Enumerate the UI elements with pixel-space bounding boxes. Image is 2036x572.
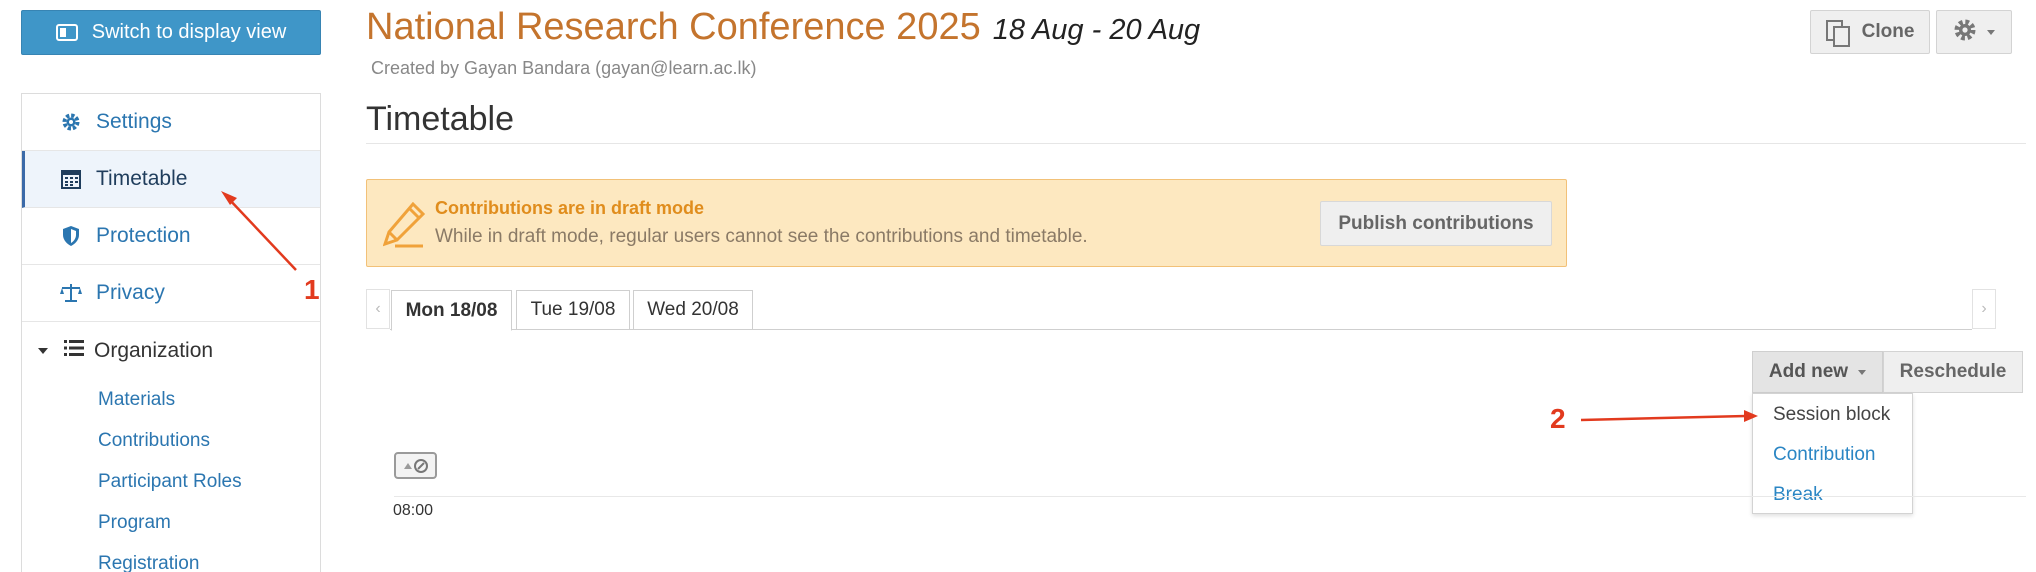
gear-icon [1953,18,1977,47]
tab-tue-19-08[interactable]: Tue 19/08 [516,290,630,330]
event-dates: 18 Aug - 20 Aug [992,14,1201,46]
caret-down-icon [38,347,48,354]
sidebar-menu: Settings Timetable Protection Privacy Or… [21,93,321,572]
event-title: National Research Conference 2025 [366,6,981,48]
sidebar-item-privacy[interactable]: Privacy [22,265,320,322]
sidebar-subitem-participant-roles[interactable]: Participant Roles [22,461,320,502]
sidebar-subitem-program[interactable]: Program [22,502,320,543]
pencil-icon [382,201,426,248]
switch-to-display-view-button[interactable]: Switch to display view [21,10,321,55]
sidebar-item-label: Protection [96,224,191,247]
event-creator: Created by Gayan Bandara (gayan@learn.ac… [371,58,757,78]
calendar-icon [60,168,82,190]
next-day-arrow[interactable]: › [1972,289,1996,329]
menu-item-break[interactable]: Break [1753,475,1912,515]
shield-icon [60,225,82,247]
display-view-icon [55,24,78,41]
event-settings-dropdown-button[interactable] [1936,10,2012,54]
caret-down-icon [1858,369,1867,375]
title-divider [366,143,2026,144]
annotation-marker-1: 1 [304,274,320,305]
sidebar-item-label: Timetable [96,167,188,190]
sidebar-item-timetable[interactable]: Timetable [22,151,320,208]
sidebar-item-label: Settings [96,110,172,133]
sidebar-subitem-materials[interactable]: Materials [22,379,320,420]
sidebar-group-label: Organization [94,338,214,362]
sidebar-subitem-registration[interactable]: Registration [22,543,320,572]
tab-mon-18-08[interactable]: Mon 18/08 [391,290,512,331]
annotation-marker-2: 2 [1550,403,1566,434]
switch-button-label: Switch to display view [91,21,287,43]
sidebar-subitem-contributions[interactable]: Contributions [22,420,320,461]
sidebar-item-label: Privacy [96,281,165,304]
scale-icon [60,282,82,304]
draft-banner-heading: Contributions are in draft mode [435,198,705,218]
menu-item-contribution[interactable]: Contribution [1753,435,1912,475]
clone-button[interactable]: Clone [1810,10,1930,54]
tab-wed-20-08[interactable]: Wed 20/08 [633,290,753,330]
publish-contributions-button[interactable]: Publish contributions [1320,201,1552,246]
clone-button-label: Clone [1861,21,1915,42]
menu-item-session-block[interactable]: Session block [1753,395,1912,435]
timetable-compact-toggle-icon[interactable] [394,452,437,479]
gear-icon [60,111,82,133]
draft-banner-text: While in draft mode, regular users canno… [435,226,1088,247]
caret-down-icon [1987,29,1995,35]
event-header: National Research Conference 2025 18 Aug… [366,6,1200,49]
timeline-time-label: 08:00 [393,502,434,519]
reschedule-button[interactable]: Reschedule [1883,351,2023,393]
add-new-label: Add new [1768,361,1849,382]
copy-icon [1825,20,1850,47]
page-title: Timetable [366,100,515,138]
timeline-hour-line [394,496,2026,497]
list-icon [64,339,84,363]
draft-mode-banner: Contributions are in draft mode While in… [366,179,1567,267]
sidebar-item-protection[interactable]: Protection [22,208,320,265]
sidebar-item-settings[interactable]: Settings [22,94,320,151]
add-new-button[interactable]: Add new [1752,351,1883,393]
previous-day-arrow[interactable]: ‹ [366,289,390,329]
sidebar-group-organization[interactable]: Organization [22,322,320,379]
